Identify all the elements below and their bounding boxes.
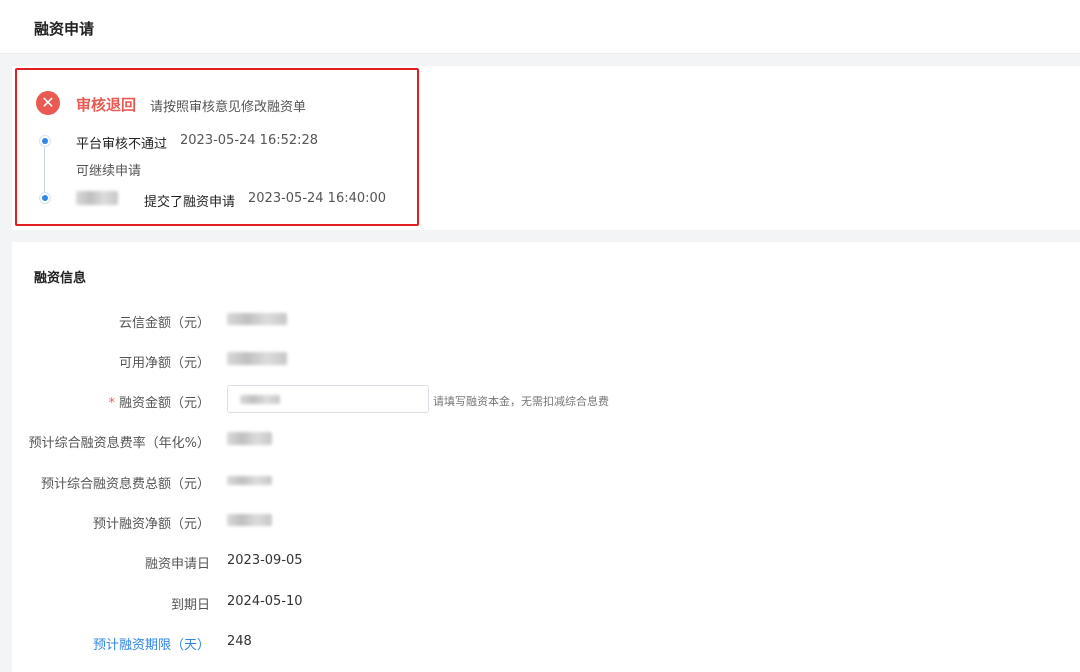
- timeline-dot-icon: [39, 135, 51, 147]
- apply-date-value: 2023-09-05: [227, 553, 303, 568]
- required-mark: *: [108, 396, 115, 411]
- timeline-item-time: 2023-05-24 16:40:00: [248, 191, 387, 206]
- financing-amount-label: * 融资金额（元）: [108, 392, 210, 411]
- available-net-label: 可用净额（元）: [118, 356, 210, 371]
- due-date-value: 2024-05-10: [227, 594, 303, 609]
- cloud-amount-label: 云信金额（元）: [118, 316, 210, 331]
- net-amount-label: 预计融资净额（元）: [92, 517, 210, 532]
- due-date-label: 到期日: [170, 598, 210, 613]
- timeline-line: [44, 146, 45, 192]
- section-title: 融资信息: [34, 271, 87, 286]
- financing-amount-hint: 请填写融资本金，无需扣减综合息费: [433, 395, 609, 408]
- close-icon: ✕: [36, 91, 60, 115]
- timeline-item-time: 2023-05-24 16:52:28: [180, 133, 319, 148]
- redacted-username: [76, 191, 118, 205]
- timeline-item-text: 提交了融资申请: [144, 195, 236, 210]
- rate-value-redacted: [227, 432, 272, 445]
- cloud-amount-value-redacted: [227, 313, 287, 325]
- apply-date-label: 融资申请日: [144, 557, 210, 572]
- status-description: 请按照审核意见修改融资单: [150, 100, 307, 115]
- timeline-item-note: 可继续申请: [76, 164, 142, 179]
- term-value: 248: [227, 634, 252, 649]
- financing-amount-input[interactable]: [227, 385, 429, 413]
- fee-total-label: 预计综合融资息费总额（元）: [40, 477, 210, 492]
- page-header: 融资申请: [0, 0, 1080, 54]
- financing-amount-value-redacted: [240, 395, 280, 404]
- page-title: 融资申请: [34, 20, 95, 38]
- financing-amount-label-text: 融资金额（元）: [118, 396, 210, 411]
- timeline-item-text: 平台审核不通过: [76, 137, 168, 152]
- fee-total-value-redacted: [227, 476, 272, 485]
- timeline-dot-icon: [39, 192, 51, 204]
- status-title: 审核退回: [76, 96, 137, 114]
- rate-label: 预计综合融资息费率（年化%）: [28, 436, 210, 451]
- net-amount-value-redacted: [227, 514, 272, 526]
- term-label-link[interactable]: 预计融资期限（天）: [93, 634, 210, 653]
- available-net-value-redacted: [227, 352, 287, 365]
